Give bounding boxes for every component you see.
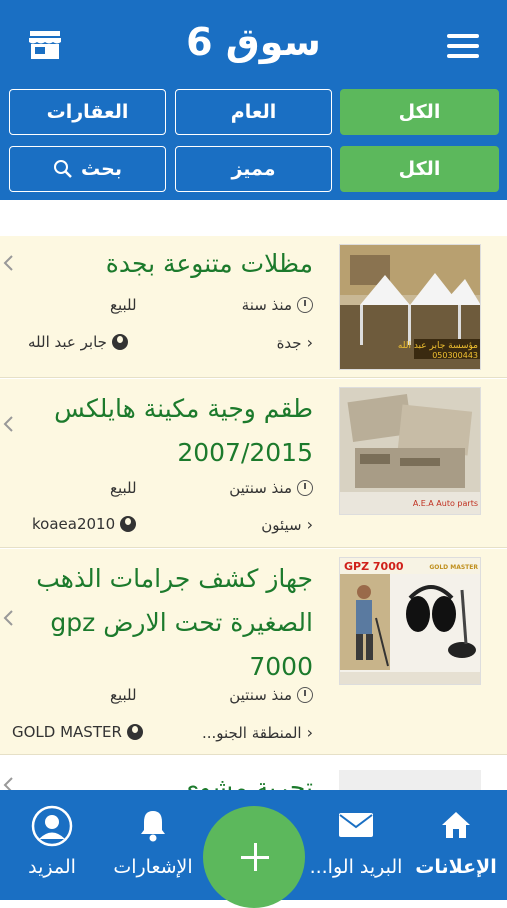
listing-user-text: GOLD MASTER [12, 723, 122, 741]
listing-item[interactable]: A.E.A Auto parts طقم وجية مكينة هايلكس 2… [0, 379, 507, 574]
chevron-left-icon[interactable] [2, 776, 14, 790]
listing-type: للبيع [110, 686, 137, 704]
listing-time: منذ سنتين [229, 479, 313, 497]
user-icon [111, 334, 128, 350]
clock-icon [297, 297, 313, 313]
listing-time-text: منذ سنة [241, 296, 292, 314]
chevron-left-icon[interactable] [2, 415, 14, 433]
search-button-label: بحث [81, 158, 122, 180]
listing-time-text: منذ سنتين [229, 479, 292, 497]
listing-type: للبيع [110, 479, 137, 497]
listings-list[interactable]: مؤسسة جابر عبد الله 050300443 مظلات متنو… [0, 236, 507, 790]
chevron-left-icon: ‹ [306, 723, 313, 742]
listing-time: منذ سنتين [229, 686, 313, 704]
chevron-left-icon[interactable] [2, 609, 14, 627]
search-icon [54, 160, 72, 178]
filter-all-type[interactable]: الكل [340, 146, 499, 192]
chevron-left-icon: ‹ [306, 515, 313, 534]
hamburger-menu-icon[interactable] [447, 34, 479, 58]
tab-notifications[interactable]: الإشعارات [103, 790, 203, 900]
listing-item[interactable]: مؤسسة جابر عبد الله 050300443 مظلات متنو… [0, 236, 507, 378]
app-title: سوق 6 [186, 20, 321, 64]
listing-thumbnail [339, 770, 481, 790]
bell-icon [141, 811, 165, 842]
listing-user-text: جابر عبد الله [28, 333, 107, 351]
listing-type: للبيع [110, 296, 137, 314]
user-icon [120, 516, 137, 532]
listing-location: ‹ المنطقة الجنو... [202, 723, 313, 742]
svg-text:GPZ 7000: GPZ 7000 [344, 560, 404, 573]
tab-more[interactable]: المزيد [2, 790, 102, 900]
svg-text:A.E.A Auto parts: A.E.A Auto parts [413, 499, 478, 508]
listing-location-text: جدة [276, 333, 302, 352]
listing-item[interactable]: تجربة مشوي [0, 766, 507, 790]
svg-text:GOLD MASTER: GOLD MASTER [429, 564, 478, 571]
add-listing-button[interactable] [203, 806, 305, 908]
user-icon [126, 724, 143, 740]
tab-mail[interactable]: البريد الوا... [306, 790, 406, 900]
filter-general[interactable]: العام [175, 89, 332, 135]
filter-featured[interactable]: مميز [175, 146, 332, 192]
listing-user[interactable]: GOLD MASTER [12, 723, 143, 741]
listing-thumbnail: A.E.A Auto parts [339, 387, 481, 515]
tab-ads[interactable]: الإعلانات [406, 790, 506, 900]
tab-more-label: المزيد [28, 856, 76, 878]
profile-icon [31, 805, 73, 847]
listing-thumbnail: مؤسسة جابر عبد الله 050300443 [339, 244, 481, 370]
listing-title[interactable]: طقم وجية مكينة هايلكس 2007/2015 [24, 387, 313, 475]
app-header: سوق 6 الكل العام العقارات الكل مميز بحث [0, 0, 507, 200]
filter-real-estate[interactable]: العقارات [9, 89, 166, 135]
listing-time-text: منذ سنتين [229, 686, 292, 704]
listing-user-text: koaea2010 [32, 515, 116, 533]
search-button[interactable]: بحث [9, 146, 166, 192]
listing-location: ‹ جدة [277, 333, 313, 352]
clock-icon [297, 687, 313, 703]
listing-title[interactable]: جهاز كشف جرامات الذهب الصغيرة تحت الارض … [24, 557, 313, 689]
listing-title[interactable]: تجربة مشوي [24, 766, 313, 790]
listing-location-text: المنطقة الجنو... [201, 723, 302, 742]
listing-location-text: سيئون [261, 515, 302, 534]
home-icon [442, 812, 470, 838]
clock-icon [297, 480, 313, 496]
tab-mail-label: البريد الوا... [309, 856, 403, 878]
listing-location: ‹ سيئون [261, 515, 313, 534]
filter-all-category[interactable]: الكل [340, 89, 499, 135]
svg-text:050300443: 050300443 [432, 351, 478, 360]
listing-title[interactable]: مظلات متنوعة بجدة [24, 242, 313, 286]
svg-text:مؤسسة جابر عبد الله: مؤسسة جابر عبد الله [398, 341, 478, 351]
listing-user[interactable]: koaea2010 [32, 515, 137, 533]
chevron-left-icon: ‹ [306, 333, 313, 352]
listing-thumbnail: GPZ 7000 GOLD MASTER [339, 557, 481, 685]
listing-item[interactable]: GPZ 7000 GOLD MASTER جهاز كشف جرامات الذ… [0, 549, 507, 755]
listing-user[interactable]: جابر عبد الله [28, 333, 128, 351]
mail-icon [339, 813, 373, 837]
spacer [0, 200, 507, 236]
listing-time: منذ سنة [242, 296, 313, 314]
chevron-left-icon[interactable] [2, 254, 14, 272]
top-bar: سوق 6 [0, 0, 507, 88]
